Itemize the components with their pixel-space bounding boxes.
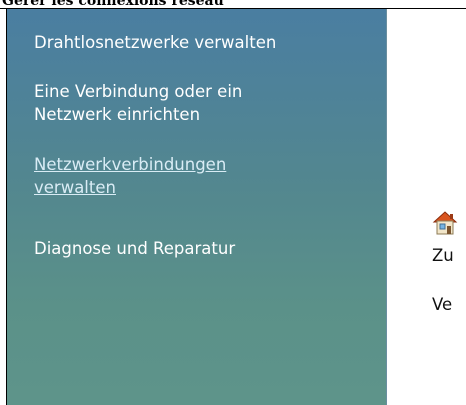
task-manage-line-2: verwalten [34,178,116,197]
task-pane: Drahtlosnetzwerke verwalten Eine Verbind… [7,9,387,405]
task-setup-line-1: Eine Verbindung oder ein [34,82,243,101]
content-line-2: Ve [432,295,453,314]
content-line-1: Zu [432,246,454,265]
main-content-area [387,9,466,405]
task-manage-line-1: Netzwerkverbindungen [34,155,227,174]
network-house-icon [432,208,462,238]
task-setup-connection-or-network[interactable]: Eine Verbindung oder ein Netzwerk einric… [34,80,242,126]
task-diagnose-repair[interactable]: Diagnose und Reparatur [34,237,235,260]
task-manage-wireless-networks[interactable]: Drahtlosnetzwerke verwalten [34,31,276,54]
task-manage-network-connections-link[interactable]: Netzwerkverbindungen verwalten [34,153,226,199]
task-setup-line-2: Netzwerk einrichten [34,105,201,124]
